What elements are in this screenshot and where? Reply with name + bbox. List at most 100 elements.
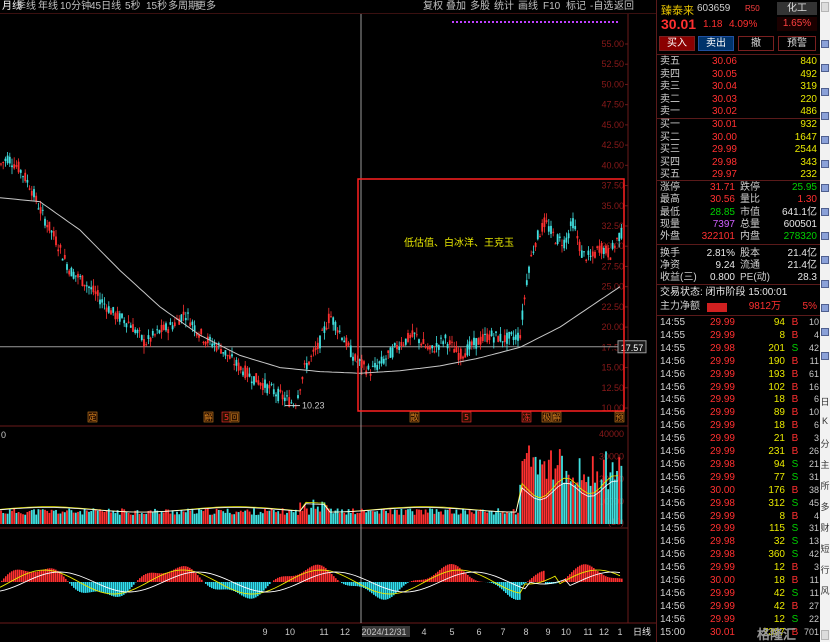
candle-body [57,249,60,252]
side-tab[interactable]: K [820,416,830,426]
tick-row[interactable]: 14:55 29.99 8 B 4 [657,329,821,342]
period-tab[interactable]: 季线 [16,0,36,14]
thumb-icon[interactable] [821,304,829,312]
period-tab[interactable]: 5秒 [125,0,141,14]
kline-chart[interactable]: 55.00 52.50 50.00 47.50 45.00 42.50 40.00 37.50… [0,14,656,642]
tick-row[interactable]: 14:56 29.99 18 B 6 [657,419,821,432]
candle-body [433,350,436,353]
period-tab[interactable]: 10分钟 [60,0,91,14]
tick-row[interactable]: 14:56 29.99 193 B 61 [657,368,821,381]
toolbar-button[interactable]: 复权 [423,0,443,14]
macd-bar [73,582,75,588]
event-marker[interactable]: 5 [224,413,229,422]
toolbar-button[interactable]: 叠加 [446,0,466,14]
event-marker[interactable]: 冻 [523,412,531,422]
period-label[interactable]: 日线 [633,626,651,638]
side-tab[interactable]: 日 [820,395,830,408]
tick-row[interactable]: 14:56 29.99 89 B 10 [657,406,821,419]
tick-row[interactable]: 14:56 29.98 312 S 45 [657,497,821,510]
side-tab[interactable]: 短 [820,542,830,555]
thumb-icon[interactable] [821,40,829,48]
tick-row[interactable]: 14:56 29.99 12 S 22 [657,613,821,626]
thumb-icon[interactable] [821,136,829,144]
period-tab[interactable]: 更多 [196,0,216,14]
scroll-up-icon[interactable] [821,2,829,12]
tick-row[interactable]: 14:56 29.99 42 B 27 [657,600,821,613]
side-tab[interactable]: 风 [820,584,830,597]
event-marker[interactable]: 回 [231,413,239,422]
event-marker[interactable]: 散 [411,412,419,422]
tick-row[interactable]: 14:56 29.99 190 B 11 [657,355,821,368]
cancel-order-button[interactable]: 撤 [738,36,774,51]
thumb-icon[interactable] [821,280,829,288]
tick-row[interactable]: 14:56 29.99 102 B 16 [657,381,821,394]
ask-row[interactable]: 卖三 30.04 319 [657,81,821,93]
thumb-icon[interactable] [821,256,829,264]
toolbar-button[interactable]: 标记 [566,0,586,14]
side-tab[interactable]: 主 [820,458,830,471]
ask-row[interactable]: 卖一 30.02 486 [657,106,821,118]
tick-row[interactable]: 14:56 29.99 231 B 26 [657,445,821,458]
event-marker[interactable]: 预 [616,412,624,422]
tick-row[interactable]: 14:56 29.99 42 S 11 [657,587,821,600]
thumb-icon[interactable] [821,352,829,360]
side-tab[interactable]: 行 [820,563,830,576]
kline-chart-svg[interactable]: 55.00 52.50 50.00 47.50 45.00 42.50 40.00 37.50… [0,14,656,642]
tick-row[interactable]: 14:56 29.98 360 S 42 [657,548,821,561]
tick-row[interactable]: 14:55 29.98 201 S 42 [657,342,821,355]
event-marker[interactable]: 极 [543,412,551,422]
toolbar-button[interactable]: 统计 [494,0,514,14]
sector-badge[interactable]: 化工 [777,2,817,15]
ask-row[interactable]: 卖五 30.06 840 [657,56,821,68]
tick-row[interactable]: 14:55 29.99 94 B 10 [657,316,821,329]
thumb-icon[interactable] [821,112,829,120]
thumb-icon[interactable] [821,328,829,336]
tick-row[interactable]: 15:00 30.01 7397 B 701 [657,626,821,639]
ask-row[interactable]: 卖四 30.05 492 [657,69,821,81]
thumb-icon[interactable] [821,208,829,216]
period-tab[interactable]: 45日线 [90,0,121,14]
bid-row[interactable]: 买四 29.98 343 [657,157,821,169]
thumb-icon[interactable] [821,64,829,72]
event-marker[interactable]: 解 [553,412,561,422]
tick-row[interactable]: 14:56 29.99 18 B 6 [657,393,821,406]
tick-row[interactable]: 14:56 29.99 8 B 4 [657,510,821,523]
buy-button[interactable]: 买入 [659,36,695,51]
toolbar-button[interactable]: -自选 [590,0,613,14]
bid-row[interactable]: 买三 29.99 2544 [657,144,821,156]
tick-row[interactable]: 14:56 29.98 94 S 21 [657,458,821,471]
macd-bar [243,582,245,597]
period-tab[interactable]: 15秒 [146,0,167,14]
toolbar-button[interactable]: 多股 [470,0,490,14]
sell-button[interactable]: 卖出 [698,36,734,51]
tick-row[interactable]: 14:56 29.99 12 B 3 [657,561,821,574]
scroll-down-icon[interactable] [821,630,829,640]
alert-button[interactable]: 预警 [778,36,816,51]
side-tab[interactable]: 多 [820,500,830,513]
tick-row[interactable]: 14:56 30.00 176 B 38 [657,484,821,497]
tick-row[interactable]: 14:56 30.00 18 B 11 [657,574,821,587]
tick-row[interactable]: 14:56 29.98 32 S 13 [657,535,821,548]
side-tab[interactable]: 财 [820,521,830,534]
thumb-icon[interactable] [821,88,829,96]
toolbar-button[interactable]: F10 [543,0,560,14]
period-tab[interactable]: 多周期 [168,0,198,14]
period-tab[interactable]: 年线 [38,0,58,14]
side-scrollbar[interactable]: 日K 分主所多财短行风 [820,0,830,642]
side-tab[interactable]: 分 [820,437,830,450]
ask-row[interactable]: 卖二 30.03 220 [657,94,821,106]
thumb-icon[interactable] [821,160,829,168]
toolbar-button[interactable]: 返回 [614,0,634,14]
toolbar-button[interactable]: 画线 [518,0,538,14]
tick-row[interactable]: 14:56 29.99 77 S 31 [657,471,821,484]
side-tab[interactable]: 所 [820,479,830,492]
thumb-icon[interactable] [821,232,829,240]
bid-row[interactable]: 买二 30.00 1647 [657,132,821,144]
event-marker[interactable]: 5 [464,413,469,422]
event-marker[interactable]: 解 [205,412,213,422]
tick-row[interactable]: 14:56 29.99 115 S 31 [657,522,821,535]
tick-row[interactable]: 14:56 29.99 21 B 3 [657,432,821,445]
bid-row[interactable]: 买一 30.01 932 [657,119,821,131]
event-marker[interactable]: 定 [89,412,97,422]
thumb-icon[interactable] [821,184,829,192]
